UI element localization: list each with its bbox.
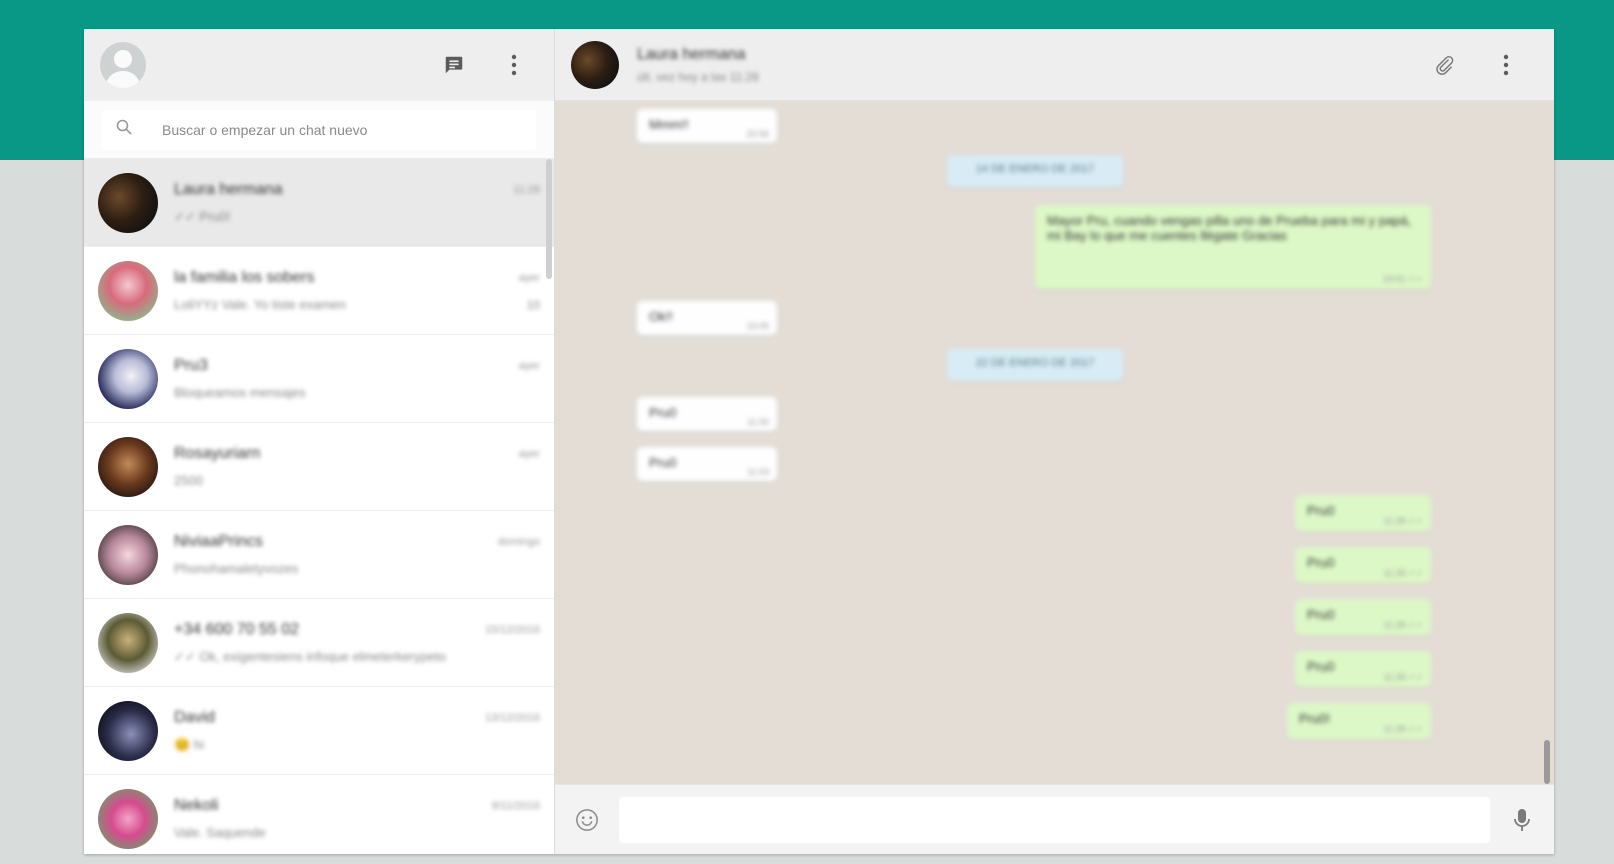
conversation-panel: Laura hermana últ. vez hoy a las 11:28 M… — [555, 29, 1554, 854]
message-incoming: Pru0 11:00 — [637, 397, 777, 431]
contact-avatar — [98, 524, 158, 585]
chat-name: +34 600 70 55 02 — [174, 620, 300, 638]
chat-name: David — [174, 708, 215, 726]
chat-item[interactable]: la familia los sobers ayer LoliYYz Vale. … — [84, 247, 554, 335]
contact-status: últ. vez hoy a las 11:28 — [637, 69, 759, 84]
conversation-header: Laura hermana últ. vez hoy a las 11:28 — [555, 29, 1554, 101]
paperclip-icon[interactable] — [1432, 53, 1456, 77]
contact-avatar — [98, 260, 158, 321]
chat-item[interactable]: NiviaaPrincs domingo Phonohamaletyvozes — [84, 511, 554, 599]
unread-count: 10 — [526, 297, 540, 312]
chat-time: ayer — [518, 360, 540, 372]
message-area[interactable]: Mmm!! 20:56 14 DE ENERO DE 2017 Mayor Pru… — [555, 101, 1554, 784]
message-input[interactable] — [619, 796, 1490, 843]
contact-avatar — [98, 436, 158, 497]
microphone-icon[interactable] — [1510, 808, 1534, 832]
date-separator: 14 DE ENERO DE 2017 — [947, 155, 1123, 187]
message-outgoing: Pru0 11:28 ✓✓ — [1295, 495, 1431, 531]
chat-name: la familia los sobers — [174, 269, 315, 286]
chat-time: domingo — [497, 536, 540, 548]
contact-avatar — [98, 172, 158, 233]
message-incoming: Mmm!! 20:56 — [637, 109, 777, 143]
message-incoming: Ok!! 19:05 — [637, 301, 777, 335]
chat-preview: Phonohamaletyvozes — [174, 561, 299, 576]
message-outgoing: Pru0 11:28 ✓✓ — [1295, 651, 1431, 687]
chat-list-panel: Laura hermana 11:28 ✓✓ Pru0! la familia l… — [84, 29, 555, 854]
chat-time: 11:28 — [513, 183, 540, 196]
contact-name: Laura hermana — [637, 45, 746, 63]
search-icon — [116, 119, 132, 140]
profile-avatar[interactable] — [100, 42, 146, 88]
chat-list: Laura hermana 11:28 ✓✓ Pru0! la familia l… — [84, 159, 554, 854]
chat-preview: Bloqueamos mensajes — [174, 385, 306, 400]
chat-item[interactable]: Laura hermana 11:28 ✓✓ Pru0! — [84, 159, 554, 247]
contact-avatar[interactable] — [571, 40, 619, 89]
chat-item[interactable]: David 13/12/2016 😊 hi — [84, 687, 554, 775]
search-input[interactable] — [162, 121, 482, 138]
search-box — [102, 109, 536, 150]
search-bar — [84, 101, 554, 159]
chat-preview: Vale. Saquende — [174, 825, 266, 840]
message-outgoing: Pru0! 11:28 ✓✓ — [1287, 703, 1431, 739]
chat-name: Laura hermana — [174, 180, 283, 198]
message-outgoing: Pru0 11:28 ✓✓ — [1295, 599, 1431, 635]
conversation-actions — [1432, 53, 1518, 77]
chat-time: 15/12/2016 — [484, 623, 540, 636]
chat-name: Nekoli — [174, 797, 219, 814]
contact-avatar — [98, 612, 158, 673]
date-separator: 22 DE ENERO DE 2017 — [947, 349, 1123, 381]
message-outgoing: Pru0 11:28 ✓✓ — [1295, 547, 1431, 583]
message-incoming: Pru0 11:03 — [637, 447, 777, 481]
emoji-icon[interactable] — [575, 808, 599, 832]
chat-name: Rosayuriarn — [174, 445, 261, 462]
composer — [555, 784, 1554, 854]
chat-item[interactable]: Pru3 ayer Bloqueamos mensajes — [84, 335, 554, 423]
chat-item[interactable]: +34 600 70 55 02 15/12/2016 ✓✓ Ok, exigen… — [84, 599, 554, 687]
chat-preview: ✓✓ Pru0! — [174, 208, 231, 224]
chat-preview: 2500 — [174, 473, 203, 488]
chat-item[interactable]: Nekoli 8/11/2016 Vale. Saquende — [84, 775, 554, 854]
contact-avatar — [98, 348, 158, 409]
chat-preview: LoliYYz Vale. Yo tiste examen — [174, 297, 346, 312]
app-window: Laura hermana 11:28 ✓✓ Pru0! la familia l… — [84, 29, 1554, 854]
chat-time: 8/11/2016 — [491, 800, 540, 812]
chat-time: 13/12/2016 — [484, 711, 540, 724]
chat-time: ayer — [518, 272, 540, 284]
chat-name: NiviaaPrincs — [174, 533, 263, 550]
more-vertical-icon[interactable] — [1494, 53, 1518, 77]
left-header — [84, 29, 554, 101]
chat-item[interactable]: Rosayuriarn ayer 2500 — [84, 423, 554, 511]
message-outgoing: Mayor Pru, cuando vengas pilla uno de Pr… — [1035, 205, 1431, 289]
chat-name: Pru3 — [174, 357, 208, 374]
contact-info[interactable]: Laura hermana últ. vez hoy a las 11:28 — [637, 46, 759, 84]
chat-preview: ✓✓ Ok, exigentesiens infoque elmeterkery… — [174, 648, 446, 664]
chat-preview: 😊 hi — [174, 736, 204, 752]
left-header-actions — [442, 53, 526, 77]
message-icon[interactable] — [442, 53, 466, 77]
chat-time: ayer — [518, 448, 540, 460]
contact-avatar — [98, 700, 158, 761]
contact-avatar — [98, 788, 158, 849]
message-scrollbar[interactable] — [1544, 740, 1550, 784]
chat-list-scrollbar[interactable] — [546, 159, 552, 279]
more-vertical-icon[interactable] — [502, 53, 526, 77]
